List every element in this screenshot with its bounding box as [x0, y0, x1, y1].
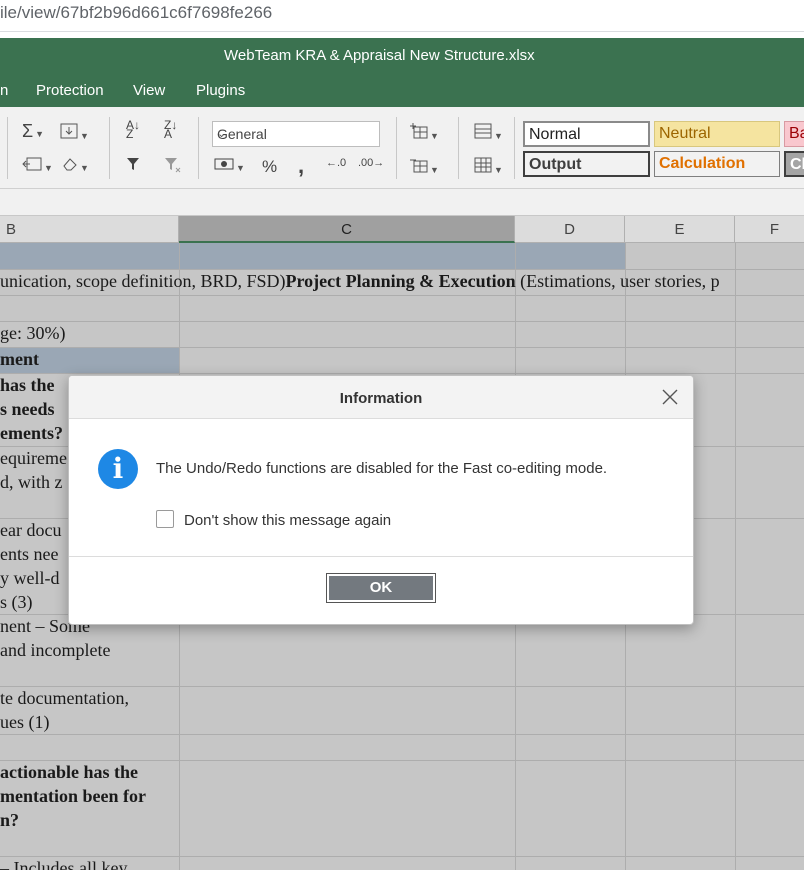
formula-bar[interactable]: [0, 189, 804, 216]
cell-b-text[interactable]: te documentation,: [0, 688, 129, 709]
comma-style-icon[interactable]: ,: [298, 153, 304, 179]
menu-item-protection[interactable]: Protection: [36, 82, 104, 99]
percent-style-icon[interactable]: %: [262, 157, 277, 177]
cell-b-text[interactable]: n?: [0, 810, 19, 831]
browser-address-bar[interactable]: ile/view/67bf2b96d661c6f7698fe266: [0, 0, 804, 32]
cell-b-text[interactable]: ge: 30%): [0, 323, 65, 344]
dialog-message: The Undo/Redo functions are disabled for…: [156, 460, 608, 477]
cell-b-text[interactable]: has the: [0, 375, 55, 396]
cell-style-normal[interactable]: Normal: [523, 121, 650, 147]
gridline: [0, 321, 804, 322]
toolbar-separator: [514, 117, 515, 179]
decrease-decimal-icon[interactable]: ←.0: [326, 157, 346, 169]
autosum-icon[interactable]: Σ ▼: [22, 121, 44, 142]
gridline: [0, 856, 804, 857]
cell-b-text[interactable]: and incomplete: [0, 640, 110, 661]
cell-b-text[interactable]: ment: [0, 349, 39, 370]
gridline: [0, 686, 804, 687]
column-header-e[interactable]: E: [625, 216, 735, 243]
insert-row-icon[interactable]: ▼: [410, 123, 439, 143]
dont-show-again-checkbox[interactable]: [156, 510, 174, 528]
section-header-band: [0, 243, 625, 269]
gridline: [0, 734, 804, 735]
toolbar-separator: [198, 117, 199, 179]
cell-style-output[interactable]: Output: [523, 151, 650, 177]
menu-item-view[interactable]: View: [133, 82, 165, 99]
eraser-icon[interactable]: ▼: [62, 157, 89, 175]
insert-cells-icon[interactable]: ▼: [22, 157, 53, 175]
gridline: [0, 295, 804, 296]
dialog-title: Information: [339, 390, 423, 407]
cell-b-text[interactable]: y well-d: [0, 568, 59, 589]
gridline: [0, 373, 804, 374]
toolbar-separator: [7, 117, 8, 179]
chevron-down-icon: ⌄: [217, 128, 227, 140]
conditional-format-icon[interactable]: ▼: [474, 123, 503, 143]
gridline: [735, 243, 736, 870]
dialog-divider: [69, 556, 693, 557]
sort-descending-icon[interactable]: Z↓ A: [164, 119, 177, 140]
cell-b-text[interactable]: equireme: [0, 448, 67, 469]
cell-b-text[interactable]: d, with z: [0, 472, 63, 493]
cell-b-text[interactable]: ues (1): [0, 712, 49, 733]
fill-icon[interactable]: ▼: [60, 123, 89, 143]
accounting-format-icon[interactable]: ▼: [214, 157, 245, 175]
format-as-table-icon[interactable]: ▼: [474, 157, 503, 177]
cell-style-neutral[interactable]: Neutral: [654, 121, 780, 147]
delete-row-icon[interactable]: ▼: [410, 157, 439, 177]
sort-ascending-icon[interactable]: A↓ Z: [126, 119, 140, 140]
column-header-c[interactable]: C: [179, 216, 515, 243]
column-header-b[interactable]: B: [0, 216, 179, 243]
cell-b-text[interactable]: actionable has the: [0, 762, 138, 783]
toolbar: Σ ▼ ▼ ▼ ▼ A↓ Z Z↓ A General ⌄ ▼ % , ←.0 .00…: [0, 107, 804, 189]
url-text[interactable]: ile/view/67bf2b96d661c6f7698fe266: [0, 3, 272, 23]
clear-filter-icon[interactable]: [164, 157, 182, 177]
gridline: [0, 347, 804, 348]
cell-style-check[interactable]: Cl: [784, 151, 804, 177]
spreadsheet-app: ile/view/67bf2b96d661c6f7698fe266 WebTea…: [0, 0, 804, 870]
title-bar: WebTeam KRA & Appraisal New Structure.xl…: [0, 38, 804, 72]
toolbar-separator: [109, 117, 110, 179]
gridline: [0, 269, 804, 270]
gridline: [0, 760, 804, 761]
menu-item-plugins[interactable]: Plugins: [196, 82, 245, 99]
increase-decimal-icon[interactable]: .00→: [358, 157, 384, 169]
cell-style-calculation[interactable]: Calculation: [654, 151, 780, 177]
ok-button[interactable]: OK: [326, 573, 436, 603]
cell-b-text[interactable]: ents nee: [0, 544, 58, 565]
filter-icon[interactable]: [126, 157, 140, 175]
column-header-f[interactable]: F: [735, 216, 804, 243]
cell-b-text[interactable]: – Includes all key: [0, 858, 127, 870]
cell-b-text[interactable]: unication, scope definition, BRD, FSD)Pr…: [0, 271, 720, 292]
information-dialog: Information i The Undo/Redo functions ar…: [68, 375, 694, 625]
menu-bar: n Protection View Plugins: [0, 72, 804, 107]
menu-item-truncated[interactable]: n: [0, 82, 8, 99]
toolbar-separator: [458, 117, 459, 179]
number-format-select[interactable]: General ⌄: [212, 121, 380, 147]
cell-b-text[interactable]: s needs: [0, 399, 55, 420]
cell-b-text[interactable]: s (3): [0, 592, 33, 613]
cell-b-text[interactable]: ear docu: [0, 520, 61, 541]
document-title: WebTeam KRA & Appraisal New Structure.xl…: [224, 47, 535, 64]
column-header-d[interactable]: D: [515, 216, 625, 243]
dont-show-again-label[interactable]: Don't show this message again: [184, 512, 391, 529]
close-icon[interactable]: [661, 388, 679, 406]
cell-style-bad[interactable]: Ba: [784, 121, 804, 147]
info-icon: i: [98, 449, 138, 489]
dialog-header: Information: [69, 376, 693, 419]
cell-b-text[interactable]: mentation been for: [0, 786, 146, 807]
cell-b-text[interactable]: ements?: [0, 423, 63, 444]
toolbar-separator: [396, 117, 397, 179]
